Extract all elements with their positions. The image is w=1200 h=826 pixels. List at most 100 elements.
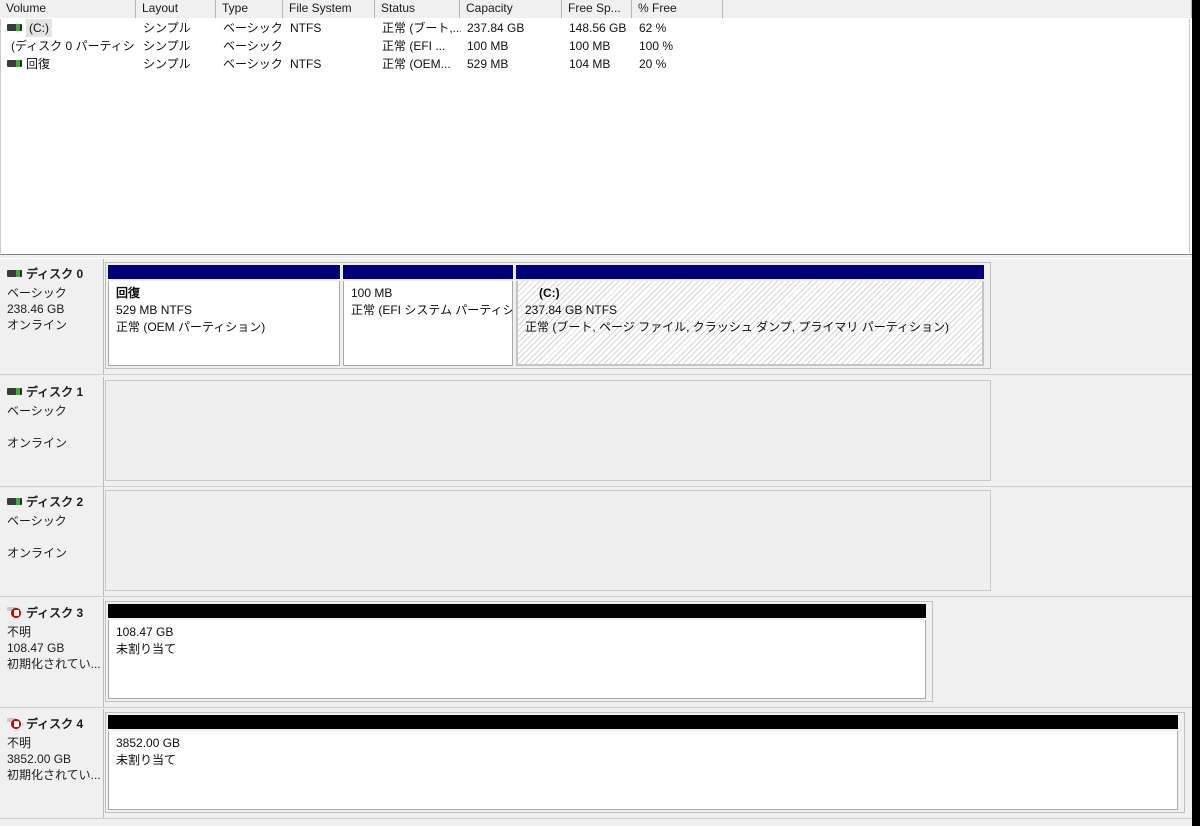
column-header-layout[interactable]: Layout <box>136 0 216 18</box>
volume-type-cell: ベーシック <box>223 39 283 53</box>
partition-size: 100 MB <box>351 286 393 300</box>
disk-row[interactable]: ディスク 3 不明 108.47 GB 初期化されてい... 108.47 GB 未割り当… <box>0 598 1192 708</box>
partition-details[interactable]: 回復 529 MB NTFS 正常 (OEM パーティション) <box>108 281 340 366</box>
volume-percent-free-cell: 62 % <box>639 21 667 35</box>
volume-name-cell[interactable]: (C:) <box>1 19 137 37</box>
column-header-status[interactable]: Status <box>375 0 460 18</box>
partition-label: (C:) <box>539 286 560 300</box>
disk-graph-area <box>105 487 1192 596</box>
partition-color-bar <box>108 604 926 618</box>
partition-size: 3852.00 GB <box>116 736 181 750</box>
volume-status-cell: 正常 (ブート,... <box>382 21 461 35</box>
window-right-edge <box>1192 0 1200 826</box>
volume-name-label: (ディスク 0 パーティショ... <box>11 39 137 53</box>
disk-icon <box>7 388 22 395</box>
disk-error-icon <box>7 607 23 618</box>
table-row[interactable]: (ディスク 0 パーティショ... シンプル ベーシック 正常 (EFI ... 100… <box>1 37 1189 55</box>
partition[interactable]: 回復 529 MB NTFS 正常 (OEM パーティション) <box>108 265 340 366</box>
disk-title-label: ディスク 3 <box>26 606 84 620</box>
partition-status: 正常 (EFI システム パーティション) <box>351 303 512 317</box>
disk-title-label: ディスク 0 <box>26 267 84 281</box>
disk-size-label: 3852.00 GB <box>7 752 72 766</box>
partition-details[interactable]: 100 MB 正常 (EFI システム パーティション) <box>343 281 513 366</box>
disk-title: ディスク 1 <box>7 383 103 400</box>
partition-details[interactable]: 108.47 GB 未割り当て <box>108 620 926 699</box>
disk-title: ディスク 4 <box>7 715 103 732</box>
disk-graph-area: 回復 529 MB NTFS 正常 (OEM パーティション) 100 MB 正常 (E… <box>105 259 1192 374</box>
disk-title: ディスク 3 <box>7 604 103 621</box>
column-header-file-system[interactable]: File System <box>283 0 375 18</box>
disk-info-panel[interactable]: ディスク 1 ベーシック オンライン <box>0 377 104 486</box>
volume-status-cell: 正常 (OEM... <box>382 57 451 71</box>
column-header-type[interactable]: Type <box>216 0 283 18</box>
disk-size-label: 238.46 GB <box>7 302 65 316</box>
disk-row[interactable]: ディスク 4 不明 3852.00 GB 初期化されてい... 3852.00 GB 未割… <box>0 709 1192 819</box>
disk-graph-area: 3852.00 GB 未割り当て <box>105 709 1192 818</box>
disk-icon <box>7 498 22 505</box>
disk-info-panel[interactable]: ディスク 2 ベーシック オンライン <box>0 487 104 596</box>
disk-row[interactable]: ディスク 2 ベーシック オンライン <box>0 487 1192 597</box>
disk-graph-area <box>105 377 1192 486</box>
partition-color-bar <box>108 715 1178 729</box>
volume-type-cell: ベーシック <box>223 21 283 35</box>
disk-title: ディスク 0 <box>7 265 103 282</box>
partition-size: 108.47 GB <box>116 625 174 639</box>
disk-row[interactable]: ディスク 1 ベーシック オンライン <box>0 377 1192 487</box>
disk-info-panel[interactable]: ディスク 3 不明 108.47 GB 初期化されてい... <box>0 598 104 707</box>
disk-icon <box>7 270 22 277</box>
disk-title-label: ディスク 4 <box>26 717 84 731</box>
volume-capacity-cell: 237.84 GB <box>467 21 525 35</box>
disk-size-label: 108.47 GB <box>7 641 65 655</box>
partition-status: 正常 (ブート, ページ ファイル, クラッシュ ダンプ, プライマリ パーティ… <box>525 320 950 334</box>
disk-size-label <box>7 529 103 545</box>
disk-type-label: ベーシック <box>7 514 67 528</box>
disk-row[interactable]: ディスク 0 ベーシック 238.46 GB オンライン 回復 529 MB NTFS 正常… <box>0 259 1192 375</box>
disk-info-panel[interactable]: ディスク 0 ベーシック 238.46 GB オンライン <box>0 259 104 374</box>
partition-color-bar <box>108 265 340 279</box>
partition-container: 回復 529 MB NTFS 正常 (OEM パーティション) 100 MB 正常 (E… <box>105 262 991 369</box>
disk-size-label <box>7 419 103 435</box>
volume-name-cell[interactable]: 回復 <box>1 55 137 73</box>
partition[interactable]: 100 MB 正常 (EFI システム パーティション) <box>343 265 513 366</box>
column-header-free[interactable]: % Free <box>632 0 723 18</box>
column-header-volume[interactable]: Volume <box>0 0 136 18</box>
volume-list-header: Volume Layout Type File System Status Capacit… <box>0 0 1192 18</box>
volume-file-system-cell <box>284 37 376 55</box>
volume-list-pane: Volume Layout Type File System Status Capacit… <box>0 0 1192 255</box>
partition[interactable]: (C:) 237.84 GB NTFS 正常 (ブート, ページ ファイル, クラッ… <box>516 265 984 366</box>
disk-state-label: オンライン <box>7 436 68 450</box>
disk-graphical-pane: ディスク 0 ベーシック 238.46 GB オンライン 回復 529 MB NTFS 正常… <box>0 258 1192 826</box>
disk-info-panel[interactable]: ディスク 4 不明 3852.00 GB 初期化されてい... <box>0 709 104 818</box>
column-header-filler[interactable] <box>723 0 1192 18</box>
disk-state-label: 初期化されてい... <box>7 768 101 782</box>
volume-name-cell[interactable]: (ディスク 0 パーティショ... <box>1 37 137 55</box>
partition[interactable]: 108.47 GB 未割り当て <box>108 604 926 699</box>
disk-empty-region[interactable] <box>105 490 991 591</box>
column-header-free-sp[interactable]: Free Sp... <box>562 0 632 18</box>
volume-layout-cell: シンプル <box>143 57 191 71</box>
volume-layout-cell: シンプル <box>143 21 191 35</box>
volume-icon <box>7 59 22 67</box>
volume-status-cell: 正常 (EFI ... <box>382 39 446 53</box>
disk-management-window: Volume Layout Type File System Status Capacit… <box>0 0 1192 826</box>
table-row[interactable]: (C:) シンプル ベーシック NTFS 正常 (ブート,... 237.84 GB 148… <box>1 19 1189 37</box>
disk-empty-region[interactable] <box>105 380 991 481</box>
partition-size: 237.84 GB NTFS <box>525 303 618 317</box>
partition-color-bar <box>343 265 513 279</box>
partition-container: 3852.00 GB 未割り当て <box>105 712 1185 813</box>
volume-file-system-cell: NTFS <box>290 57 322 71</box>
partition-details[interactable]: 3852.00 GB 未割り当て <box>108 731 1178 810</box>
volume-free-space-cell: 148.56 GB <box>569 21 627 35</box>
disk-graph-area: 108.47 GB 未割り当て <box>105 598 1192 707</box>
volume-list-body: (C:) シンプル ベーシック NTFS 正常 (ブート,... 237.84 GB 148… <box>0 19 1190 253</box>
partition-label: 回復 <box>116 286 141 300</box>
partition[interactable]: 3852.00 GB 未割り当て <box>108 715 1178 810</box>
volume-name-label: (C:) <box>26 19 52 37</box>
disk-type-label: ベーシック <box>7 286 67 300</box>
partition-size: 529 MB NTFS <box>116 303 193 317</box>
partition-details[interactable]: (C:) 237.84 GB NTFS 正常 (ブート, ページ ファイル, クラッ… <box>516 281 984 366</box>
table-row[interactable]: 回復 シンプル ベーシック NTFS 正常 (OEM... 529 MB 104 MB 20 … <box>1 55 1189 73</box>
disk-error-icon <box>7 718 23 729</box>
column-header-capacity[interactable]: Capacity <box>460 0 562 18</box>
volume-free-space-cell: 100 MB <box>569 39 611 53</box>
